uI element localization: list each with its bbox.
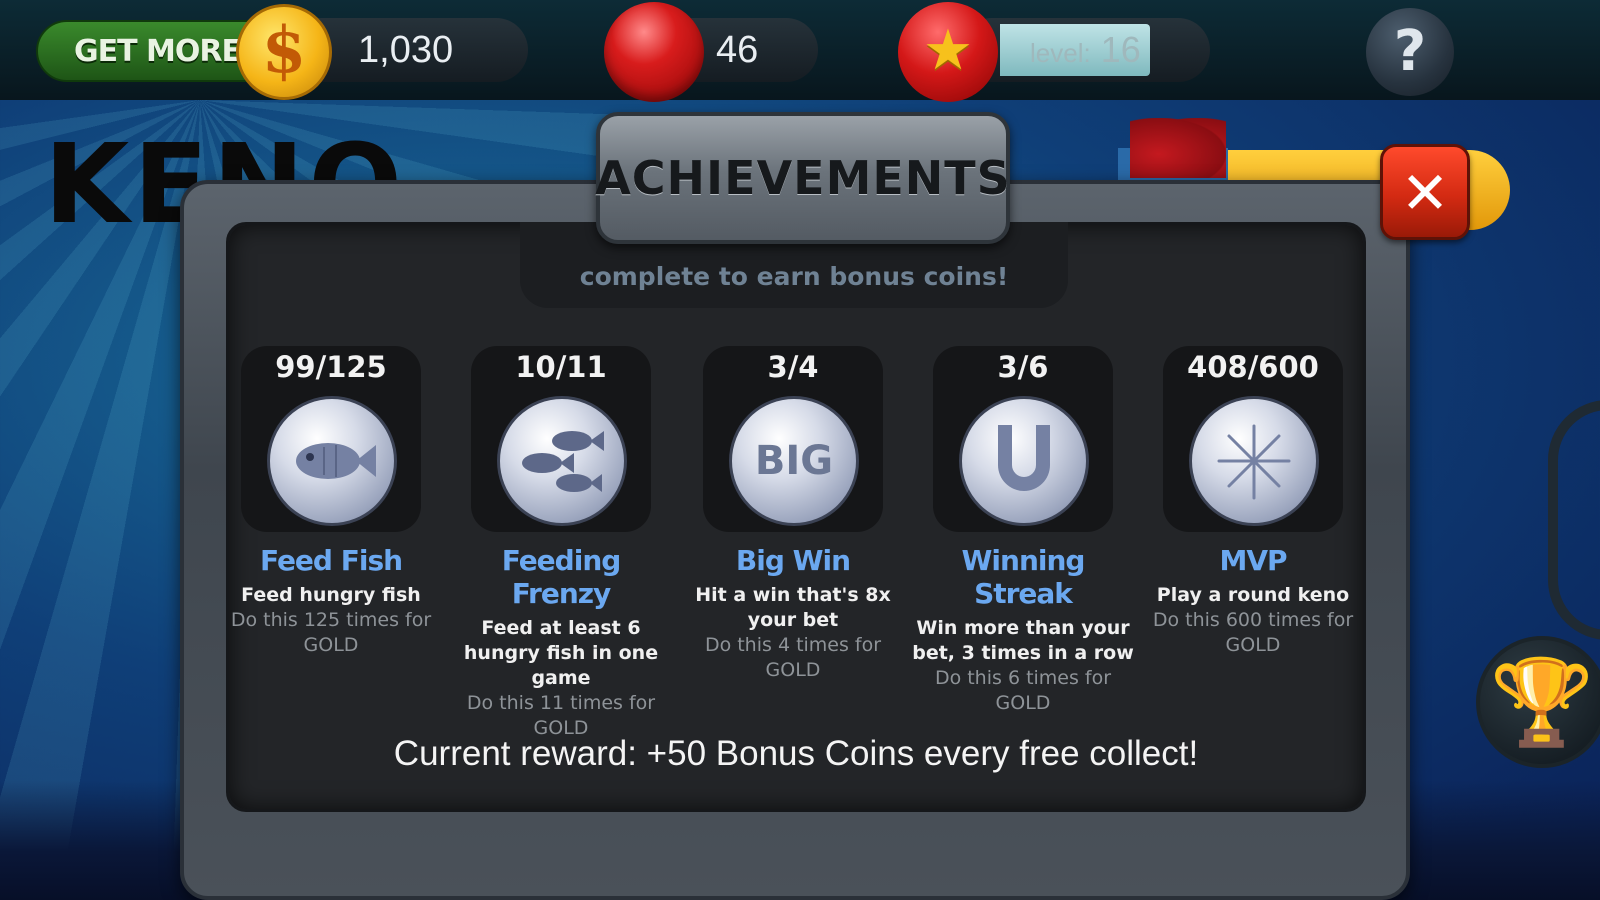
dollar-coin-icon: $: [236, 4, 332, 100]
achievement-progress: 408/600: [1187, 350, 1319, 384]
achievement-name: Feed Fish: [259, 544, 403, 577]
achievement-card: 408/600: [1163, 346, 1343, 532]
achievement-description: Win more than your bet, 3 times in a row: [912, 617, 1134, 664]
trophy-icon: 🏆: [1489, 653, 1595, 751]
title-plaque: ACHIEVEMENTS: [595, 112, 1011, 244]
achievement-progress: 99/125: [275, 350, 387, 384]
help-button[interactable]: ?: [1366, 8, 1454, 96]
achievement-card: 99/125: [241, 346, 421, 532]
fireworks-icon: [1189, 396, 1319, 526]
achievement-name: Big Win: [735, 544, 851, 577]
achievement-mvp: 408/600 MVP Play a round keno Do this 60…: [1142, 346, 1364, 658]
achievement-name: Winning Streak: [961, 544, 1086, 610]
level-value: 16: [1100, 29, 1141, 70]
achievement-description: Play a round keno: [1156, 584, 1350, 606]
dialog-title: ACHIEVEMENTS: [595, 151, 1011, 205]
achievement-goal: Do this 600 times for GOLD: [1152, 609, 1354, 656]
achievement-card: 3/6: [933, 346, 1113, 532]
close-button[interactable]: ✕: [1380, 144, 1470, 240]
level-label: level:: [1030, 38, 1091, 68]
coin-count: 1,030: [358, 29, 454, 71]
achievement-goal: Do this 4 times for GOLD: [704, 634, 882, 681]
achievement-progress: 3/6: [997, 350, 1049, 384]
gift-bow-icon: [1130, 118, 1226, 178]
achievement-description: Hit a win that's 8x your bet: [695, 584, 891, 631]
achievement-goal: Do this 125 times for GOLD: [230, 609, 432, 656]
star-icon: ★: [898, 2, 998, 102]
fish-icon: [267, 396, 397, 526]
top-bar: GET MORE! 1,030 $ 46 level: 16 ★ ?: [0, 0, 1600, 102]
big-win-icon: BIG: [729, 396, 859, 526]
achievement-progress: 3/4: [767, 350, 819, 384]
achievement-goal: Do this 6 times for GOLD: [934, 667, 1112, 714]
side-wheel-decoration: [1548, 400, 1600, 640]
horseshoe-icon: [959, 396, 1089, 526]
big-win-label: BIG: [754, 438, 834, 484]
current-reward-text: Current reward: +50 Bonus Coins every fr…: [393, 734, 1199, 773]
trophy-button[interactable]: 🏆: [1476, 636, 1600, 768]
level-readout: level: 16: [1030, 18, 1141, 82]
achievement-big-win: 3/4 BIG Big Win Hit a win that's 8x your…: [682, 346, 904, 683]
achievement-feed-fish: 99/125 Feed Fish Feed hungry fish Do thi…: [220, 346, 442, 658]
achievement-winning-streak: 3/6 Winning Streak Win more than your be…: [912, 346, 1134, 716]
achievement-name: MVP: [1219, 544, 1287, 577]
achievement-description: Feed hungry fish: [241, 584, 421, 606]
achievement-card: 3/4 BIG: [703, 346, 883, 532]
red-ball-icon: [604, 2, 704, 102]
dialog-subtitle: complete to earn bonus coins!: [579, 262, 1009, 291]
achievement-description: Feed at least 6 hungry fish in one game: [463, 617, 659, 689]
school-of-fish-icon: [497, 396, 627, 526]
ball-count: 46: [716, 29, 759, 71]
achievement-feeding-frenzy: 10/11 Feeding Frenzy Feed at least 6 hun…: [450, 346, 672, 741]
achievement-name: Feeding Frenzy: [501, 544, 622, 610]
achievement-card: 10/11: [471, 346, 651, 532]
achievement-progress: 10/11: [515, 350, 607, 384]
